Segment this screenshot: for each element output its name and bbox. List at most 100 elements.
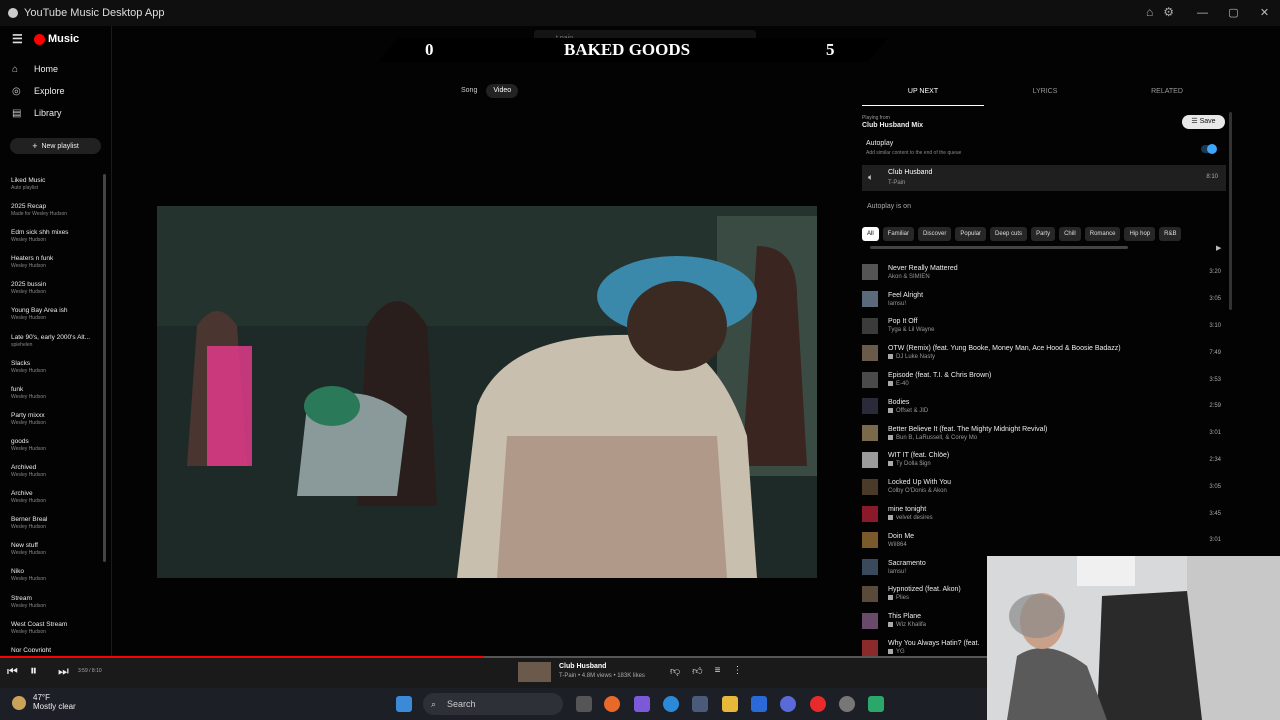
playlist-item[interactable]: Late 90's, early 2000's Alt... spiehelen	[0, 333, 100, 359]
current-track-row[interactable]: 🔈︎ Club Husband T-Pain 8:10	[862, 165, 1226, 191]
playlist-item[interactable]: West Coast Stream Wesley Hudson	[0, 620, 100, 646]
edge-icon[interactable]	[663, 696, 679, 712]
store-icon[interactable]	[692, 696, 708, 712]
queue-item[interactable]: Better Believe It (feat. The Mighty Midn…	[862, 420, 1226, 447]
filter-chip[interactable]: Romance	[1084, 227, 1121, 241]
menu-icon[interactable]: ☰	[12, 32, 23, 46]
queue-item[interactable]: mine tonight velvet desires 3:45	[862, 500, 1226, 527]
windows-start-icon[interactable]	[396, 696, 412, 712]
queue-scrollbar[interactable]	[1229, 112, 1232, 310]
dislike-icon[interactable]: 👎︎	[670, 665, 680, 677]
save-queue-button[interactable]: ☰ Save	[1182, 115, 1225, 129]
now-playing-title[interactable]: Club Husband	[559, 663, 606, 670]
sidebar-item-library[interactable]: ▤ Library	[0, 102, 111, 124]
weather-widget[interactable]: 47°F Mostly clear	[33, 693, 76, 711]
chevron-right-icon[interactable]: ▶	[1216, 244, 1221, 252]
taskbar-search[interactable]: ⌕ Search	[423, 693, 563, 715]
playlist-item[interactable]: Heaters n funk Wesley Hudson	[0, 254, 100, 280]
queue-item[interactable]: Doin Me WiI864 3:01	[862, 527, 1226, 554]
filter-chip[interactable]: Hip hop	[1124, 227, 1156, 241]
like-icon[interactable]: 👍︎	[692, 665, 702, 677]
filter-chip[interactable]: Popular	[955, 227, 987, 241]
filter-chip[interactable]: Chill	[1059, 227, 1081, 241]
queue-item[interactable]: OTW (Remix) (feat. Yung Booke, Money Man…	[862, 339, 1226, 366]
video-toggle-button[interactable]: Video	[486, 84, 519, 98]
queue-item[interactable]: Never Really Mattered Akon & SIMIEN 3:20	[862, 259, 1226, 286]
queue-item[interactable]: Feel Alright Iamsu! 3:05	[862, 286, 1226, 313]
playlist-item[interactable]: 2025 Recap Made for Wesley Hudson	[0, 202, 100, 228]
filter-chip[interactable]: All	[862, 227, 879, 241]
playlist-item[interactable]: Berner Breal Wesley Hudson	[0, 515, 100, 541]
mail-icon[interactable]	[751, 696, 767, 712]
tab-lyrics[interactable]: LYRICS	[984, 88, 1106, 106]
current-track-title: Club Husband	[888, 169, 933, 176]
sidebar-item-home[interactable]: ⌂ Home	[0, 58, 111, 80]
playlist-item[interactable]: goods Wesley Hudson	[0, 437, 100, 463]
previous-icon[interactable]: ⏮	[7, 664, 18, 679]
sidebar-item-explore[interactable]: ◎ Explore	[0, 80, 111, 102]
filter-chip[interactable]: Deep cuts	[990, 227, 1028, 241]
playlist-item[interactable]: Slacks Wesley Hudson	[0, 359, 100, 385]
playlist-item[interactable]: Liked Music Auto playlist	[0, 176, 100, 202]
filter-chip[interactable]: Familiar	[882, 227, 915, 241]
chips-scrollbar[interactable]	[870, 246, 1128, 249]
playlist-item[interactable]: Nor Copyright	[0, 646, 100, 652]
autoplay-toggle[interactable]	[1201, 144, 1217, 154]
video-player[interactable]	[157, 206, 817, 578]
task-view-icon[interactable]	[576, 696, 592, 712]
tab-up-next[interactable]: UP NEXT	[862, 88, 984, 106]
playlist-item[interactable]: 2025 bussin Wesley Hudson	[0, 280, 100, 306]
queue-item-artist: velvet desires	[896, 515, 933, 522]
pause-icon[interactable]: ⏸	[30, 662, 37, 679]
new-playlist-button[interactable]: + New playlist	[10, 138, 101, 154]
player-bar: ⏮ ⏸ ⏭ 3:59 / 8:10 Club Husband T-Pain • …	[0, 656, 987, 688]
filter-chip[interactable]: Discover	[918, 227, 952, 241]
tab-related[interactable]: RELATED	[1106, 88, 1228, 106]
queue-item-title: Doin Me	[888, 532, 915, 540]
playlist-item[interactable]: Stream Wesley Hudson	[0, 594, 100, 620]
firefox-icon[interactable]	[604, 696, 620, 712]
sidebar-scrollbar[interactable]	[103, 174, 106, 562]
playlist-item[interactable]: Edm sick shh mixes Wesley Hudson	[0, 228, 100, 254]
queue-item[interactable]: Pop It Off Tyga & Lil Wayne 3:10	[862, 313, 1226, 340]
gear-icon[interactable]: ⚙	[1163, 5, 1174, 19]
maximize-button[interactable]: ▢	[1218, 0, 1249, 26]
filter-chip[interactable]: Party	[1031, 227, 1056, 241]
filter-chip[interactable]: R&B	[1159, 227, 1182, 241]
playing-from: Playing from Club Husband Mix	[862, 115, 923, 129]
next-icon[interactable]: ⏭	[58, 664, 69, 679]
file-explorer-icon[interactable]	[722, 696, 738, 712]
song-toggle-button[interactable]: Song	[454, 84, 484, 98]
playlist-item[interactable]: Archive Wesley Hudson	[0, 489, 100, 515]
playlist-owner: Wesley Hudson	[11, 289, 46, 296]
queue-item-title: Episode (feat. T.I. & Chris Brown)	[888, 372, 992, 380]
app-icon[interactable]	[868, 696, 884, 712]
queue-item[interactable]: Locked Up With You Colby O'Donis & Akon 3:…	[862, 473, 1226, 500]
queue-icon[interactable]: ≡	[715, 665, 721, 677]
home-icon[interactable]: ⌂	[1146, 5, 1153, 19]
playlist-item[interactable]: funk Wesley Hudson	[0, 385, 100, 411]
close-button[interactable]: ✕	[1249, 0, 1280, 26]
playlist-item[interactable]: Archived Wesley Hudson	[0, 463, 100, 489]
minimize-button[interactable]: —	[1187, 0, 1218, 26]
title-bar: YouTube Music Desktop App ⌂ ⚙ — ▢ ✕	[0, 0, 1280, 26]
playlist-item[interactable]: Niko Wesley Hudson	[0, 567, 100, 593]
more-options-icon[interactable]: ⋮	[732, 665, 742, 677]
playlist-item[interactable]: Young Bay Area ish Wesley Hudson	[0, 306, 100, 332]
queue-item[interactable]: Bodies Offset & JID 2:59	[862, 393, 1226, 420]
youtube-music-logo-icon[interactable]	[34, 33, 45, 45]
discord-icon[interactable]	[780, 696, 796, 712]
queue-item[interactable]: Episode (feat. T.I. & Chris Brown) E-40 3:…	[862, 366, 1226, 393]
now-playing-thumbnail[interactable]	[518, 662, 551, 682]
weather-temp: 47°F	[33, 693, 50, 702]
playlist-item[interactable]: Party mixxx Wesley Hudson	[0, 411, 100, 437]
playlist-item[interactable]: New stuff Wesley Hudson	[0, 541, 100, 567]
progress-bar[interactable]	[0, 656, 987, 658]
youtube-music-icon[interactable]	[810, 696, 826, 712]
queue-item-duration: 2:59	[1209, 403, 1221, 410]
logo-text[interactable]: Music	[48, 33, 79, 45]
queue-item[interactable]: WIT IT (feat. Chlöe) Ty Dolla $ign 2:34	[862, 447, 1226, 474]
webcam-image	[987, 556, 1280, 720]
copilot-icon[interactable]	[634, 696, 650, 712]
settings-icon[interactable]	[839, 696, 855, 712]
